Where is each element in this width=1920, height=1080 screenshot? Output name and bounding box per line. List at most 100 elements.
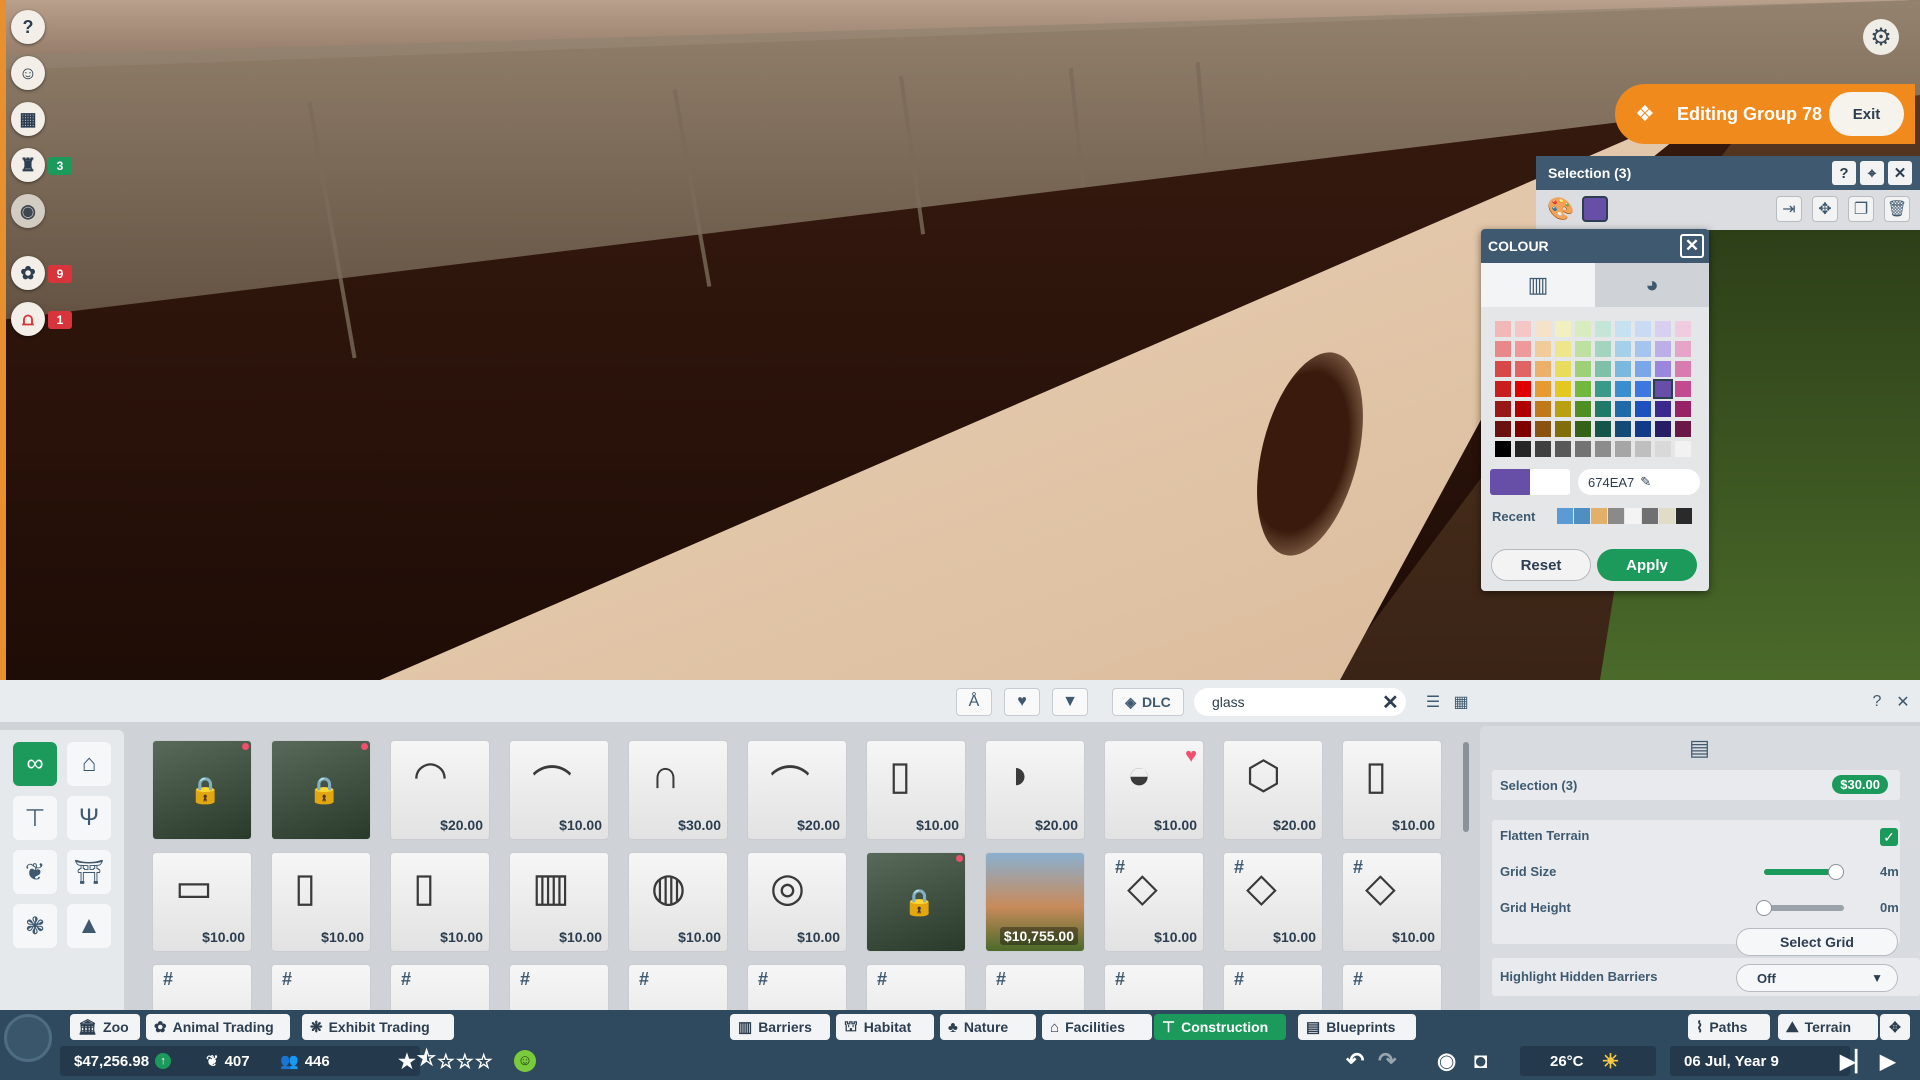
colour-swatch[interactable] xyxy=(1615,421,1631,437)
catalog-item[interactable]: ▯ $10.00 xyxy=(271,852,371,952)
recent-colour-swatch[interactable] xyxy=(1591,508,1607,524)
photo-mode-icon[interactable]: ◘ xyxy=(1474,1047,1487,1075)
temple-icon[interactable]: ⛩ xyxy=(67,850,111,894)
colour-swatch[interactable] xyxy=(1515,441,1531,457)
nav-tab-nature[interactable]: ♣ Nature xyxy=(940,1014,1036,1040)
eye-icon[interactable]: ◉ xyxy=(11,194,45,228)
swatch-tab[interactable]: ▥ xyxy=(1481,263,1595,307)
catalog-item[interactable]: ⌒ $20.00 xyxy=(747,740,847,840)
catalog-item[interactable]: ▥ $10.00 xyxy=(509,852,609,952)
colour-swatch[interactable] xyxy=(1615,441,1631,457)
colour-swatch[interactable] xyxy=(1495,421,1511,437)
recent-colour-swatch[interactable] xyxy=(1625,508,1641,524)
trophy-icon[interactable]: ♜ xyxy=(11,148,45,182)
colour-swatch[interactable] xyxy=(1535,421,1551,437)
close-icon[interactable]: ✕ xyxy=(1892,688,1914,716)
colour-swatch[interactable] xyxy=(1655,441,1671,457)
colour-swatch[interactable] xyxy=(1655,361,1671,377)
shapes-icon[interactable]: ▲ xyxy=(67,904,111,948)
colour-swatch[interactable] xyxy=(1515,421,1531,437)
catalog-item[interactable]: # xyxy=(271,964,371,1010)
calendar-icon[interactable]: ▦ xyxy=(11,102,45,136)
colour-swatch[interactable] xyxy=(1655,421,1671,437)
colour-swatch[interactable] xyxy=(1635,421,1651,437)
habitat-gate-icon[interactable]: ⩍ xyxy=(11,302,45,336)
filter-funnel-icon[interactable]: ▼ xyxy=(1052,688,1088,716)
animal-face-icon[interactable]: ☺ xyxy=(11,56,45,90)
colour-swatch[interactable] xyxy=(1535,381,1551,397)
colour-swatch[interactable] xyxy=(1675,381,1691,397)
catalog-item[interactable]: # xyxy=(985,964,1085,1010)
colour-swatch[interactable] xyxy=(1655,401,1671,417)
catalog-item[interactable]: ⌒ $10.00 xyxy=(509,740,609,840)
colour-swatch[interactable] xyxy=(1555,441,1571,457)
nav-tab-terrain[interactable]: ⛰ Terrain xyxy=(1778,1014,1878,1040)
flora-icon[interactable]: ❃ xyxy=(13,904,57,948)
colour-swatch[interactable] xyxy=(1535,341,1551,357)
signpost-icon[interactable]: ⊤ xyxy=(13,796,57,840)
recent-colour-swatch[interactable] xyxy=(1557,508,1573,524)
detach-icon[interactable]: ⇥ xyxy=(1776,196,1802,222)
help-icon[interactable]: ? xyxy=(11,10,45,44)
colour-swatch[interactable] xyxy=(1595,401,1611,417)
catalog-item[interactable]: ▯ $10.00 xyxy=(866,740,966,840)
nav-tab-barriers[interactable]: ▥ Barriers xyxy=(730,1014,830,1040)
grid-view-icon[interactable]: ▦ xyxy=(1450,688,1472,716)
colour-swatch[interactable] xyxy=(1495,321,1511,337)
colour-swatch[interactable] xyxy=(1635,361,1651,377)
favourite-heart-icon[interactable]: ♥ xyxy=(1185,745,1197,768)
colour-swatch[interactable] xyxy=(1595,441,1611,457)
catalog-item[interactable]: ◠ $20.00 xyxy=(390,740,490,840)
colour-swatch[interactable] xyxy=(1575,341,1591,357)
catalog-item[interactable]: ◒ ♥ $10.00 xyxy=(1104,740,1204,840)
colour-swatch[interactable] xyxy=(1595,361,1611,377)
redo-icon[interactable]: ↷ xyxy=(1378,1047,1396,1075)
settings-gear-icon[interactable]: ⚙ xyxy=(1863,19,1899,55)
highlight-dropdown[interactable]: Off ▼ xyxy=(1736,964,1898,992)
colour-swatch[interactable] xyxy=(1615,321,1631,337)
locate-icon[interactable]: ⌖ xyxy=(1860,161,1884,185)
catalog-item[interactable]: # xyxy=(1104,964,1204,1010)
delete-icon[interactable]: 🗑 xyxy=(1884,196,1910,222)
select-grid-button[interactable]: Select Grid xyxy=(1736,928,1898,956)
fast-forward-icon[interactable]: ▶ xyxy=(1880,1047,1895,1075)
catalog-item[interactable]: # xyxy=(628,964,728,1010)
grid-height-slider[interactable] xyxy=(1764,905,1844,911)
colour-swatch[interactable] xyxy=(1675,401,1691,417)
catalog-item[interactable]: ◇ # $10.00 xyxy=(1104,852,1204,952)
camera-aperture-icon[interactable]: ◉ xyxy=(1437,1047,1456,1075)
colour-swatch[interactable] xyxy=(1575,361,1591,377)
colour-swatch[interactable] xyxy=(1615,381,1631,397)
colour-swatch[interactable] xyxy=(1575,401,1591,417)
colour-swatch[interactable] xyxy=(1495,361,1511,377)
colour-swatch[interactable] xyxy=(1555,381,1571,397)
colour-swatch[interactable] xyxy=(1635,341,1651,357)
palette-tab-icon[interactable]: 🎨 xyxy=(1547,196,1574,222)
building-icon[interactable]: ⌂ xyxy=(67,742,111,786)
colour-swatch[interactable] xyxy=(1615,361,1631,377)
colour-swatch[interactable] xyxy=(1555,421,1571,437)
catalog-item[interactable]: ◎ $10.00 xyxy=(747,852,847,952)
colour-swatch[interactable] xyxy=(1575,421,1591,437)
recent-colour-swatch[interactable] xyxy=(1676,508,1692,524)
grid-size-knob[interactable] xyxy=(1828,864,1844,880)
colour-swatch[interactable] xyxy=(1635,401,1651,417)
close-icon[interactable]: ✕ xyxy=(1680,234,1704,258)
duplicate-icon[interactable]: ❐ xyxy=(1848,196,1874,222)
colour-swatch[interactable] xyxy=(1655,341,1671,357)
expand-icon[interactable]: ✥ xyxy=(1880,1014,1910,1040)
catalog-item[interactable]: # xyxy=(152,964,252,1010)
colour-swatch[interactable] xyxy=(1555,321,1571,337)
colour-swatch[interactable] xyxy=(1515,381,1531,397)
colour-swatch[interactable] xyxy=(1495,381,1511,397)
colour-swatch[interactable] xyxy=(1635,381,1651,397)
colour-swatch[interactable] xyxy=(1495,341,1511,357)
colour-swatch[interactable] xyxy=(1675,321,1691,337)
catalog-item[interactable]: ∩ $30.00 xyxy=(628,740,728,840)
nav-tab-exhibit-trading[interactable]: ❋ Exhibit Trading xyxy=(302,1014,454,1040)
colour-swatch[interactable] xyxy=(1515,401,1531,417)
flatten-terrain-checkbox[interactable]: ✓ xyxy=(1880,828,1898,846)
colour-swatch[interactable] xyxy=(1595,321,1611,337)
catalog-item[interactable]: # xyxy=(509,964,609,1010)
recent-colour-swatch[interactable] xyxy=(1608,508,1624,524)
